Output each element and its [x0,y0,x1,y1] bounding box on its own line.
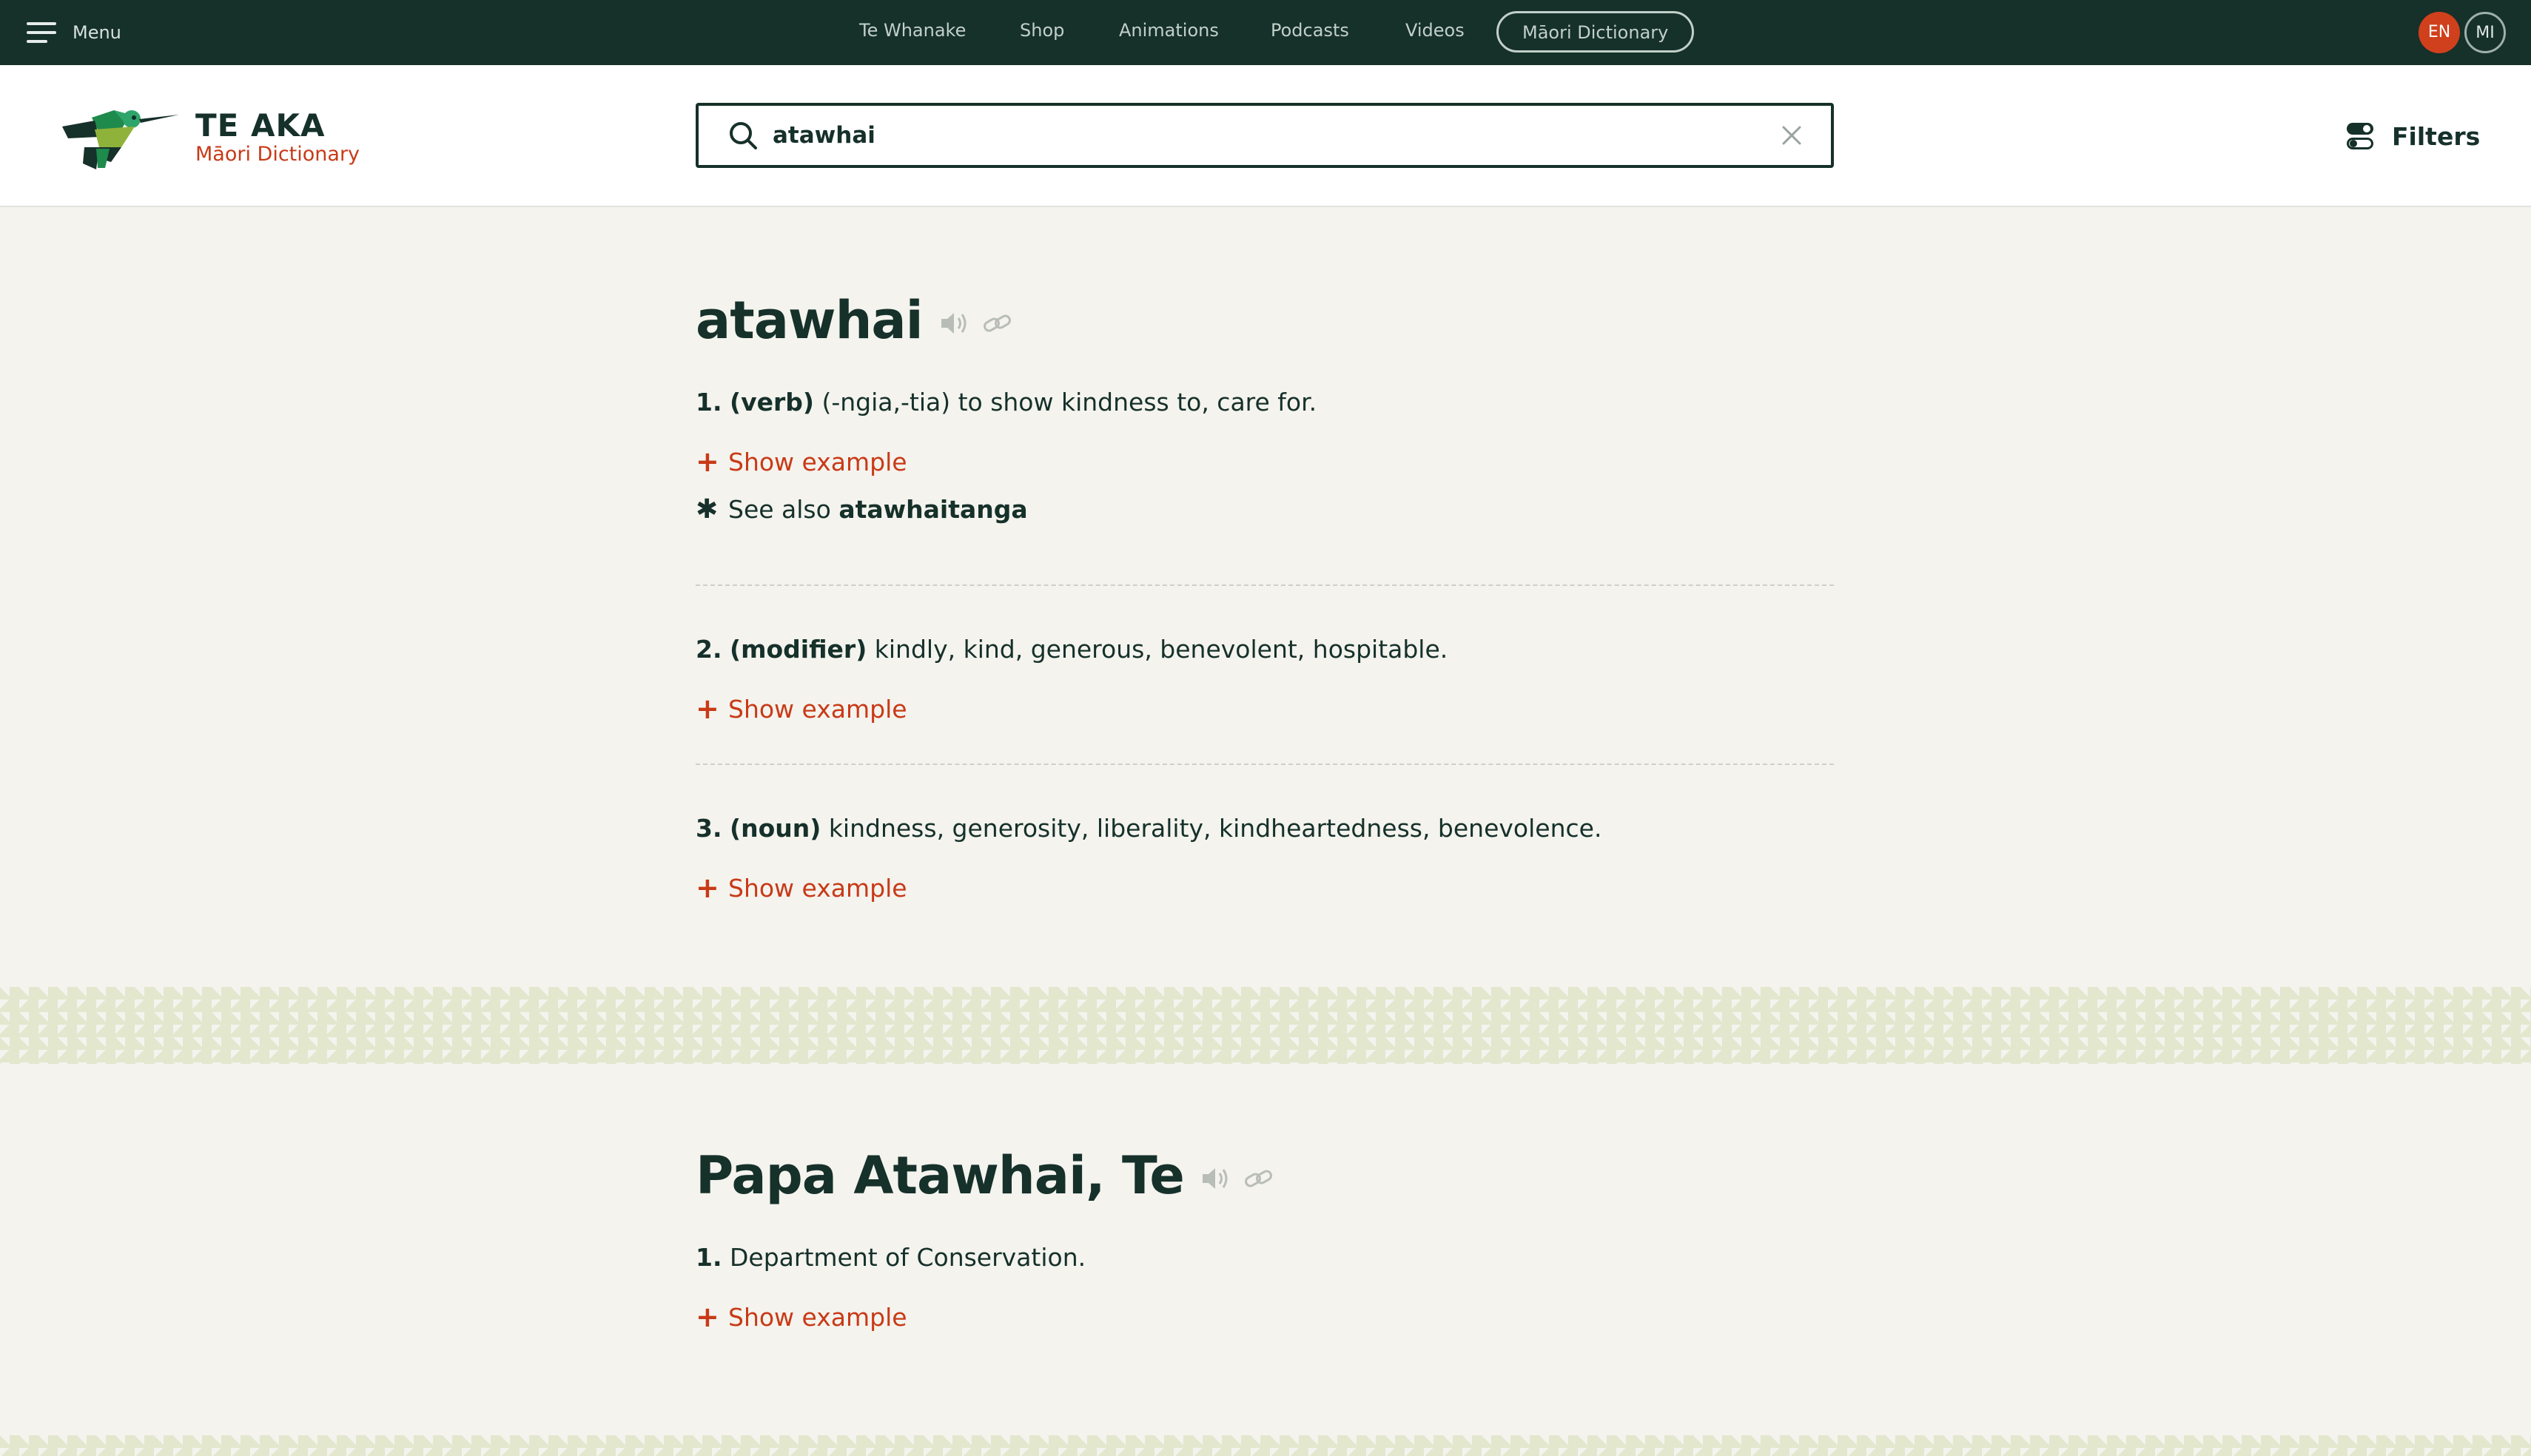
kowhaiwhai-pattern-band [0,987,2531,1064]
sense-2: 2. (modifier) kindly, kind, generous, be… [696,633,1834,666]
sense-pos: (noun) [730,814,821,843]
sense-number: 1. [696,1243,722,1272]
sense-text: kindness, generosity, liberality, kindhe… [821,814,1602,843]
sense-number: 3. [696,814,722,843]
show-example-label: Show example [728,694,907,724]
speaker-icon[interactable] [939,310,970,337]
link-icon[interactable] [982,310,1013,337]
asterisk-icon: ✱ [696,493,719,525]
plus-icon: + [696,872,719,904]
show-example-button[interactable]: + Show example [696,692,1834,725]
nav-link-videos[interactable]: Videos [1405,20,1465,41]
sense-1: 1. (verb) (-ngia,-tia) to show kindness … [696,386,1834,419]
entry-atawhai-sense-3: 3. (noun) kindness, generosity, liberali… [696,812,1834,904]
nav-links: Te Whanake Shop Animations Podcasts Vide… [0,0,2531,65]
kowhaiwhai-pattern-band-bottom [0,1435,2531,1456]
search-input[interactable] [773,122,1749,149]
sense-number: 2. [696,635,722,664]
entry-papa-atawhai: Papa Atawhai, Te 1. Department of Conser… [696,1145,1834,1333]
show-example-button[interactable]: + Show example [696,872,1834,904]
see-also-link[interactable]: atawhaitanga [838,495,1027,524]
sense-number: 1. [696,388,722,417]
nav-link-podcasts[interactable]: Podcasts [1271,20,1349,41]
sense-text: Department of Conservation. [722,1243,1086,1272]
menu-label: Menu [73,22,121,43]
see-also: ✱ See also atawhaitanga [696,493,1834,525]
show-example-label: Show example [728,447,907,476]
filters-label: Filters [2392,121,2481,151]
headword-row: atawhai [696,290,1834,351]
logo[interactable]: TE AKA Māori Dictionary [62,101,373,175]
language-en-button[interactable]: EN [2419,12,2460,53]
show-example-button[interactable]: + Show example [696,1301,1834,1333]
logo-text: TE AKA Māori Dictionary [195,109,360,166]
search-icon[interactable] [727,119,759,152]
sense-1: 1. Department of Conservation. [696,1241,1834,1274]
headword: Papa Atawhai, Te [696,1145,1185,1206]
top-navigation: Menu Te Whanake Shop Animations Podcasts… [0,0,2531,65]
link-icon[interactable] [1243,1165,1274,1192]
plus-icon: + [696,692,719,725]
nav-link-animations[interactable]: Animations [1119,20,1219,41]
sense-divider [696,764,1834,765]
language-mi-button[interactable]: MI [2464,12,2506,53]
logo-subtitle: Māori Dictionary [195,143,360,166]
show-example-button[interactable]: + Show example [696,445,1834,478]
sense-divider [696,584,1834,586]
sense-text: kindly, kind, generous, benevolent, hosp… [867,635,1448,664]
nav-link-te-whanake[interactable]: Te Whanake [859,20,966,41]
clear-icon[interactable] [1781,124,1803,146]
headword-actions [1200,1165,1274,1192]
entry-atawhai: atawhai 1. (verb) (-ngia,-tia) to show k… [696,290,1834,525]
filters-button[interactable]: Filters [2346,117,2480,155]
site-header: TE AKA Māori Dictionary Filters [0,65,2531,207]
search-box [696,103,1834,168]
show-example-label: Show example [728,1302,907,1332]
bird-logo [62,110,179,169]
plus-icon: + [696,1301,719,1333]
sense-3: 3. (noun) kindness, generosity, liberali… [696,812,1834,845]
headword-actions [939,310,1013,337]
nav-link-shop[interactable]: Shop [1020,20,1064,41]
hamburger-icon [27,22,56,43]
sense-text: (-ngia,-tia) to show kindness to, care f… [813,388,1317,417]
headword-row: Papa Atawhai, Te [696,1145,1834,1206]
filters-icon [2347,123,2373,149]
logo-title: TE AKA [195,107,326,144]
speaker-icon[interactable] [1200,1165,1231,1192]
entry-atawhai-sense-2: 2. (modifier) kindly, kind, generous, be… [696,633,1834,725]
sense-pos: (modifier) [730,635,867,664]
nav-link-maori-dictionary[interactable]: Māori Dictionary [1496,11,1695,53]
headword: atawhai [696,290,924,351]
see-also-label: See also [728,494,831,524]
show-example-label: Show example [728,873,907,903]
menu-button[interactable]: Menu [27,16,121,49]
sense-pos: (verb) [730,388,814,417]
plus-icon: + [696,445,719,478]
